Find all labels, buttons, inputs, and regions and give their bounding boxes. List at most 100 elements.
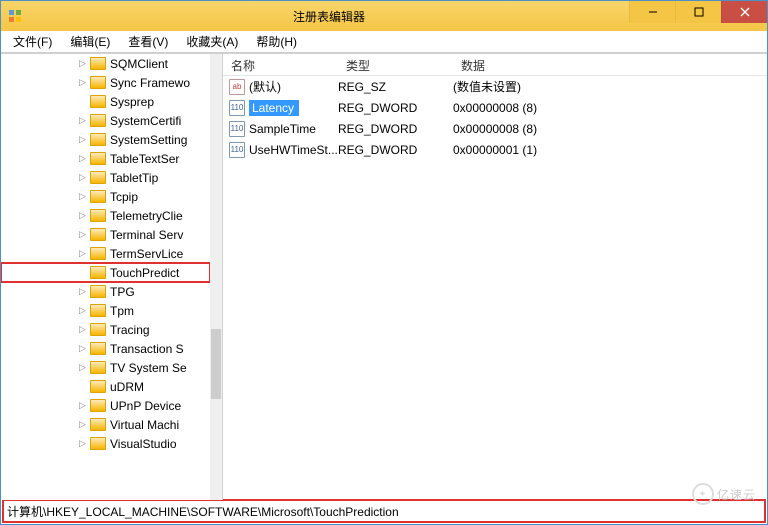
tree-item-visualstudio[interactable]: ▷ VisualStudio <box>1 434 210 453</box>
folder-icon <box>90 171 106 184</box>
expand-icon[interactable]: ▷ <box>77 438 88 449</box>
maximize-button[interactable] <box>675 1 721 23</box>
list-header: 名称 类型 数据 <box>223 54 767 76</box>
binary-value-icon: 110 <box>229 100 245 116</box>
list-row[interactable]: ab(默认)REG_SZ(数值未设置) <box>223 76 767 97</box>
tree-item-transaction-s[interactable]: ▷Transaction S <box>1 339 210 358</box>
tree-item-tpg[interactable]: ▷ TPG <box>1 282 210 301</box>
list-row[interactable]: 110UseHWTimeSt...REG_DWORD0x00000001 (1) <box>223 139 767 160</box>
header-name[interactable]: 名称 <box>223 54 338 75</box>
folder-icon <box>90 342 106 355</box>
expand-icon[interactable]: ▷ <box>77 400 88 411</box>
expand-icon[interactable] <box>77 267 88 278</box>
tree-item-label: TouchPredict <box>110 266 179 280</box>
expand-icon[interactable] <box>77 96 88 107</box>
tree-item-virtual-machi[interactable]: ▷ Virtual Machi <box>1 415 210 434</box>
tree-item-terminal-serv[interactable]: ▷ Terminal Serv <box>1 225 210 244</box>
folder-icon <box>90 228 106 241</box>
tree-item-systemsetting[interactable]: ▷ SystemSetting <box>1 130 210 149</box>
expand-icon[interactable]: ▷ <box>77 77 88 88</box>
menu-help[interactable]: 帮助(H) <box>248 31 305 52</box>
menu-edit[interactable]: 编辑(E) <box>62 31 118 52</box>
list-row[interactable]: 110SampleTimeREG_DWORD0x00000008 (8) <box>223 118 767 139</box>
value-type: REG_DWORD <box>338 143 453 157</box>
tree-item-label: TermServLice <box>110 247 183 261</box>
tree-item-tv-system-se[interactable]: ▷TV System Se <box>1 358 210 377</box>
tree-item-label: Virtual Machi <box>110 418 179 432</box>
expand-icon[interactable]: ▷ <box>77 305 88 316</box>
header-data[interactable]: 数据 <box>453 54 767 75</box>
menu-file[interactable]: 文件(F) <box>5 31 60 52</box>
tree-item-tcpip[interactable]: ▷ Tcpip <box>1 187 210 206</box>
tree-item-tablettip[interactable]: ▷ TabletTip <box>1 168 210 187</box>
tree-item-upnp-device[interactable]: ▷UPnP Device <box>1 396 210 415</box>
value-name: Latency <box>249 100 299 116</box>
tree-item-touchpredict[interactable]: TouchPredict <box>1 263 210 282</box>
value-data: 0x00000008 (8) <box>453 101 767 115</box>
expand-icon[interactable]: ▷ <box>77 286 88 297</box>
list-row[interactable]: 110Latency REG_DWORD0x00000008 (8) <box>223 97 767 118</box>
watermark-text: 亿速云 <box>717 486 756 503</box>
tree-item-sysprep[interactable]: Sysprep <box>1 92 210 111</box>
tree-pane: ▷SQMClient▷Sync Framewo Sysprep ▷SystemCer… <box>1 54 223 500</box>
tree-item-telemetryclie[interactable]: ▷TelemetryClie <box>1 206 210 225</box>
expand-icon[interactable]: ▷ <box>77 58 88 69</box>
tree-item-label: TPG <box>110 285 135 299</box>
folder-icon <box>90 209 106 222</box>
expand-icon[interactable]: ▷ <box>77 324 88 335</box>
folder-icon <box>90 133 106 146</box>
expand-icon[interactable]: ▷ <box>77 248 88 259</box>
expand-icon[interactable]: ▷ <box>77 172 88 183</box>
tree-item-systemcertifi[interactable]: ▷SystemCertifi <box>1 111 210 130</box>
menubar: 文件(F) 编辑(E) 查看(V) 收藏夹(A) 帮助(H) <box>1 31 767 53</box>
tree-item-label: Tcpip <box>110 190 138 204</box>
value-type: REG_DWORD <box>338 122 453 136</box>
status-path: 计算机\HKEY_LOCAL_MACHINE\SOFTWARE\Microsof… <box>7 503 399 520</box>
expand-icon[interactable]: ▷ <box>77 419 88 430</box>
list-body[interactable]: ab(默认)REG_SZ(数值未设置)110LatencyREG_DWORD0x… <box>223 76 767 160</box>
tree-item-sync-framewo[interactable]: ▷Sync Framewo <box>1 73 210 92</box>
tree-item-label: Terminal Serv <box>110 228 183 242</box>
value-type: REG_SZ <box>338 80 453 94</box>
tree-item-label: Tpm <box>110 304 134 318</box>
expand-icon[interactable]: ▷ <box>77 210 88 221</box>
folder-icon <box>90 361 106 374</box>
menu-view[interactable]: 查看(V) <box>120 31 176 52</box>
folder-icon <box>90 418 106 431</box>
tree-item-termservlice[interactable]: ▷ TermServLice <box>1 244 210 263</box>
close-button[interactable] <box>721 1 767 23</box>
value-type: REG_DWORD <box>338 101 453 115</box>
value-name: UseHWTimeSt... <box>249 143 338 157</box>
tree-item-label: SystemSetting <box>110 133 187 147</box>
tree-item-label: VisualStudio <box>110 437 177 451</box>
tree-scrollbar[interactable] <box>210 54 222 500</box>
expand-icon[interactable]: ▷ <box>77 362 88 373</box>
tree-item-label: Sysprep <box>110 95 154 109</box>
folder-icon <box>90 114 106 127</box>
tree-item-tabletextser[interactable]: ▷TableTextSer <box>1 149 210 168</box>
tree-item-tpm[interactable]: ▷ Tpm <box>1 301 210 320</box>
string-value-icon: ab <box>229 79 245 95</box>
expand-icon[interactable]: ▷ <box>77 115 88 126</box>
expand-icon[interactable]: ▷ <box>77 191 88 202</box>
expand-icon[interactable]: ▷ <box>77 229 88 240</box>
list-pane: 名称 类型 数据 ab(默认)REG_SZ(数值未设置) 110Latency RE… <box>223 54 767 500</box>
titlebar[interactable]: 注册表编辑器 <box>1 1 767 31</box>
tree-item-udrm[interactable]: uDRM <box>1 377 210 396</box>
binary-value-icon: 110 <box>229 121 245 137</box>
expand-icon[interactable] <box>77 381 88 392</box>
tree-list[interactable]: ▷SQMClient▷Sync Framewo Sysprep ▷SystemCer… <box>1 54 210 500</box>
header-type[interactable]: 类型 <box>338 54 453 75</box>
menu-favorites[interactable]: 收藏夹(A) <box>178 31 246 52</box>
scrollbar-thumb[interactable] <box>211 329 221 399</box>
expand-icon[interactable]: ▷ <box>77 153 88 164</box>
tree-item-sqmclient[interactable]: ▷SQMClient <box>1 54 210 73</box>
tree-item-label: TabletTip <box>110 171 158 185</box>
value-data: 0x00000008 (8) <box>453 122 767 136</box>
minimize-button[interactable] <box>629 1 675 23</box>
expand-icon[interactable]: ▷ <box>77 134 88 145</box>
app-icon <box>7 8 23 24</box>
tree-item-tracing[interactable]: ▷Tracing <box>1 320 210 339</box>
expand-icon[interactable]: ▷ <box>77 343 88 354</box>
folder-icon <box>90 247 106 260</box>
